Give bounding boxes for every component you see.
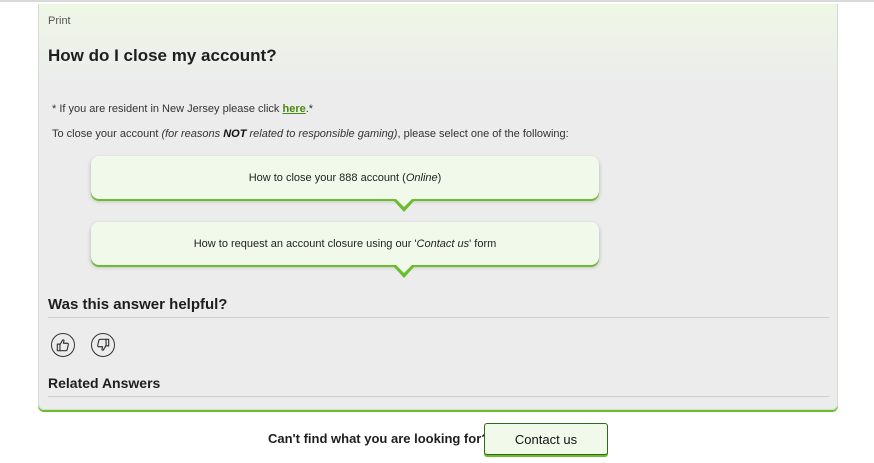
chevron-down-icon-fill (396, 199, 412, 207)
intro-italic-start: (for reasons (161, 128, 224, 140)
option-label-italic: Contact us (416, 237, 470, 250)
divider (48, 396, 829, 397)
intro-text: To close your account (for reasons NOT r… (52, 128, 569, 140)
nj-here-link[interactable]: here (283, 103, 306, 115)
thumbs-up-icon (56, 339, 69, 352)
thumbs-up-button[interactable] (51, 333, 75, 357)
top-border (0, 0, 874, 2)
intro-end: , please select one of the following: (397, 128, 569, 140)
option-label-end: ' form (469, 237, 497, 250)
thumbs-down-button[interactable] (91, 333, 115, 357)
option-close-contact-form[interactable]: How to request an account closure using … (91, 222, 599, 265)
option-label-start: How to request an account closure using … (193, 237, 417, 250)
chevron-down-icon-fill (396, 265, 412, 273)
nj-notice-prefix: * If you are resident in New Jersey plea… (52, 103, 283, 115)
intro-start: To close your account (52, 128, 162, 140)
intro-bold: NOT (223, 128, 247, 140)
option-label-italic: Online (405, 171, 438, 184)
option-close-online[interactable]: How to close your 888 account (Online) (91, 156, 599, 199)
related-answers-heading: Related Answers (48, 375, 161, 391)
contact-us-button[interactable]: Contact us (484, 423, 608, 455)
print-link[interactable]: Print (48, 15, 71, 27)
thumbs-down-icon (97, 338, 110, 351)
intro-italic-end: related to responsible gaming) (246, 128, 398, 140)
page-title: How do I close my account? (48, 46, 277, 65)
nj-notice-suffix: .* (305, 103, 314, 115)
helpful-heading: Was this answer helpful? (48, 296, 228, 313)
option-label-end: ) (437, 171, 442, 184)
divider (48, 317, 829, 318)
cant-find-text: Can't find what you are looking for? (268, 431, 490, 446)
nj-notice: * If you are resident in New Jersey plea… (52, 103, 313, 115)
intro-italic: (for reasons NOT related to responsible … (161, 128, 397, 140)
option-label-start: How to close your 888 account ( (248, 171, 406, 184)
answer-card: Print How do I close my account? * If yo… (38, 4, 838, 410)
